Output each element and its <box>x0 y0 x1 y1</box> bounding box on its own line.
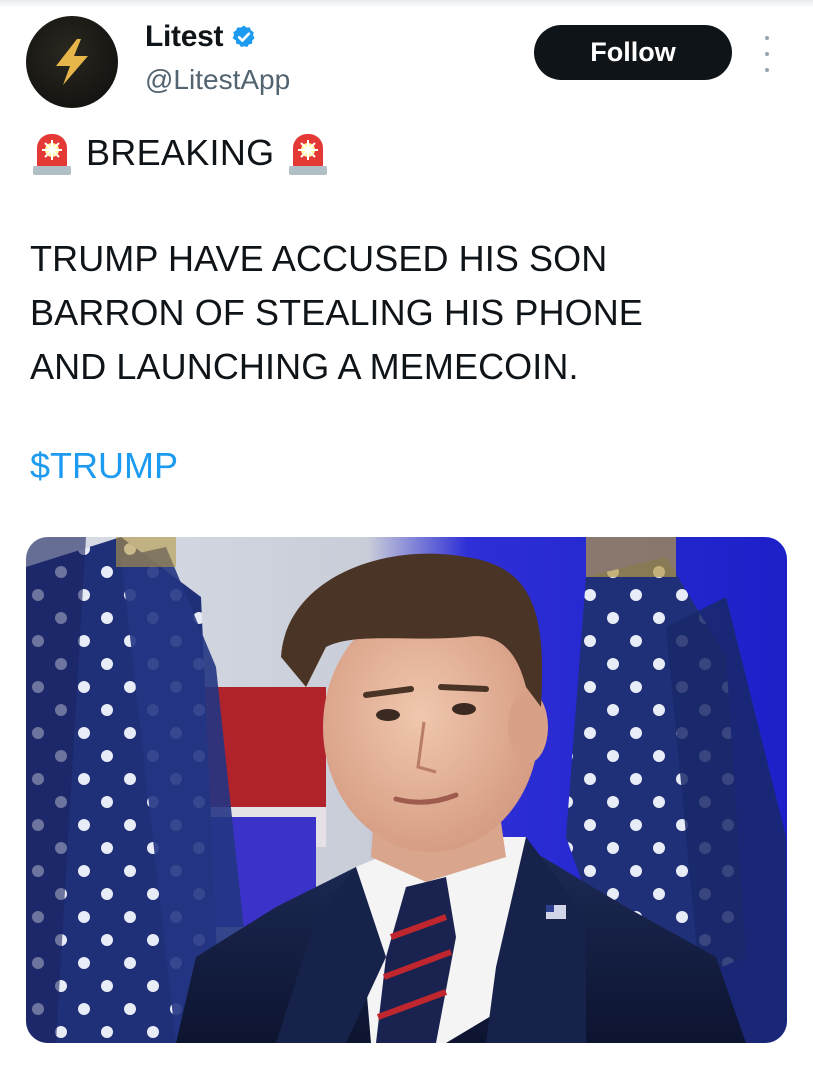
tweet-text: TRUMP HAVE ACCUSED HIS SON BARRON OF STE… <box>30 238 643 387</box>
cashtag-link[interactable]: $TRUMP <box>30 445 178 487</box>
breaking-label: BREAKING <box>86 132 275 173</box>
lightning-bolt-icon <box>56 39 88 85</box>
display-name[interactable]: Litest <box>145 20 224 54</box>
follow-button[interactable]: Follow <box>534 25 732 80</box>
author-name-row: Litest <box>145 20 257 54</box>
avatar[interactable] <box>26 16 118 108</box>
more-options-icon[interactable] <box>758 36 776 72</box>
photo-illustration <box>26 537 787 1043</box>
tweet-photo[interactable] <box>26 537 787 1043</box>
verified-badge-icon <box>232 25 255 48</box>
breaking-line: BREAKING <box>30 128 330 178</box>
police-siren-icon <box>289 134 328 175</box>
top-edge <box>0 0 813 8</box>
police-siren-icon <box>33 134 71 175</box>
author-handle[interactable]: @LitestApp <box>145 64 290 96</box>
